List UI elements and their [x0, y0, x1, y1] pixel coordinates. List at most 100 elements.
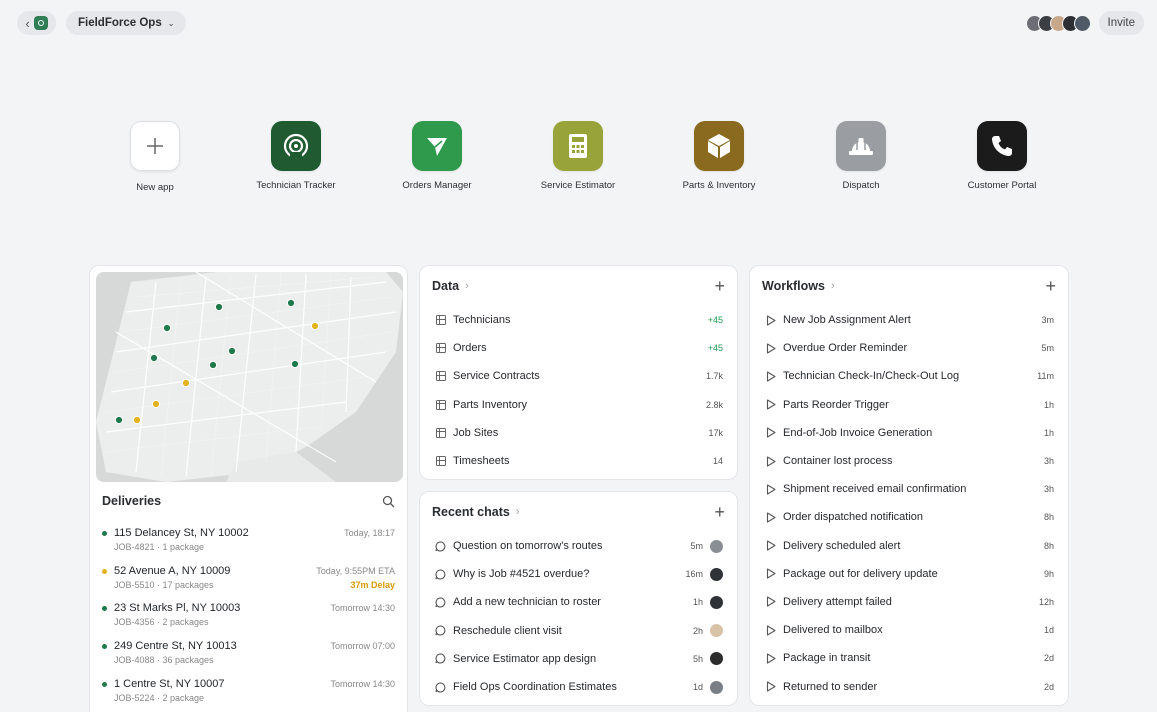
- delivery-item[interactable]: 23 St Marks Pl, NY 10003 Tomorrow 14:30 J…: [102, 602, 395, 636]
- search-icon[interactable]: [382, 495, 395, 508]
- app-technician-tracker[interactable]: Technician Tracker: [226, 121, 366, 191]
- app-label: Orders Manager: [402, 180, 472, 191]
- app-customer-portal[interactable]: Customer Portal: [932, 121, 1072, 191]
- table-icon: [435, 427, 446, 438]
- delivery-item[interactable]: 115 Delancey St, NY 10002 Today, 18:17 JO…: [102, 527, 395, 561]
- deliveries-map[interactable]: [96, 272, 403, 482]
- delivery-address: 1 Centre St, NY 10007: [114, 678, 225, 690]
- status-dot: [102, 643, 107, 649]
- data-table-item[interactable]: Technicians +45: [420, 306, 737, 334]
- workflows-card-header: Workflows › +: [750, 266, 1068, 306]
- delivery-time: Tomorrow 14:30: [330, 603, 395, 613]
- workflow-item[interactable]: Technician Check-In/Check-Out Log 11m: [750, 362, 1068, 390]
- chat-title: Why is Job #4521 overdue?: [453, 568, 590, 581]
- data-table-item[interactable]: Orders +45: [420, 334, 737, 362]
- map-marker-on-time[interactable]: [214, 302, 224, 312]
- map-marker-on-time[interactable]: [149, 353, 159, 363]
- play-icon: [765, 653, 776, 664]
- workflow-time: 12h: [1038, 596, 1054, 607]
- chevron-right-icon: ›: [515, 506, 520, 518]
- workflow-item[interactable]: Package in transit 2d: [750, 644, 1068, 672]
- map-marker-delayed[interactable]: [310, 321, 320, 331]
- chat-item[interactable]: Service Estimator app design 5h: [420, 645, 737, 673]
- invite-button[interactable]: Invite: [1098, 11, 1144, 35]
- workflow-name: Package in transit: [783, 652, 871, 665]
- workflow-item[interactable]: Delivery scheduled alert 8h: [750, 532, 1068, 560]
- app-dispatch[interactable]: Dispatch: [791, 121, 931, 191]
- data-table-item[interactable]: Service Contracts 1.7k: [420, 362, 737, 390]
- add-chat-icon[interactable]: +: [714, 503, 725, 521]
- workflow-item[interactable]: Delivered to mailbox 1d: [750, 616, 1068, 644]
- delivery-time: Tomorrow 14:30: [330, 679, 395, 689]
- play-icon: [765, 681, 776, 692]
- avatar: [710, 624, 723, 638]
- delivery-item[interactable]: 52 Avenue A, NY 10009 Today, 9:55PM ETA J…: [102, 565, 395, 599]
- collaborator-avatars[interactable]: [1025, 14, 1091, 32]
- app-label: Dispatch: [842, 180, 880, 191]
- chats-card-title-link[interactable]: Recent chats ›: [432, 505, 519, 519]
- data-table-label: Parts Inventory: [453, 398, 527, 411]
- play-icon: [765, 596, 776, 608]
- workflow-item[interactable]: Order dispatched notification 8h: [750, 503, 1068, 531]
- workflow-name: Package out for delivery update: [783, 567, 938, 580]
- delivery-time: Tomorrow 07:00: [330, 641, 395, 651]
- workflow-name: Container lost process: [783, 455, 893, 468]
- app-orders-manager[interactable]: Orders Manager: [367, 121, 507, 191]
- play-icon: [765, 399, 776, 410]
- map-marker-on-time[interactable]: [208, 360, 218, 370]
- workflow-item[interactable]: Returned to sender 2d: [750, 672, 1068, 700]
- app-parts-inventory[interactable]: Parts & Inventory: [649, 121, 789, 191]
- add-workflow-icon[interactable]: +: [1045, 277, 1056, 295]
- map-marker-on-time[interactable]: [290, 359, 300, 369]
- add-data-icon[interactable]: +: [714, 277, 725, 295]
- workflow-item[interactable]: End-of-Job Invoice Generation 1h: [750, 419, 1068, 447]
- avatar: [1073, 14, 1091, 32]
- app-new[interactable]: New app: [85, 121, 225, 193]
- table-grid-icon: [435, 456, 446, 467]
- chat-bubble-icon: [435, 653, 446, 664]
- chat-item[interactable]: Question on tomorrow's routes 5m: [420, 532, 737, 560]
- workflow-item[interactable]: Overdue Order Reminder 5m: [750, 334, 1068, 362]
- data-table-item[interactable]: Timesheets 14: [420, 447, 737, 475]
- workspace-switcher[interactable]: FieldForce Ops ⌄: [66, 11, 187, 35]
- workflows-card-title-link[interactable]: Workflows ›: [762, 279, 835, 293]
- workflow-item[interactable]: Delivery attempt failed 12h: [750, 588, 1068, 616]
- workflow-item[interactable]: New Job Assignment Alert 3m: [750, 306, 1068, 334]
- chat-list: Question on tomorrow's routes 5m Why is Jo…: [420, 532, 737, 701]
- map-marker-on-time[interactable]: [286, 298, 296, 308]
- chat-item[interactable]: Add a new technician to roster 1h: [420, 588, 737, 616]
- workflow-item[interactable]: Container lost process 3h: [750, 447, 1068, 475]
- data-table-count: 1.7k: [705, 371, 723, 382]
- workflow-name: Technician Check-In/Check-Out Log: [783, 370, 960, 383]
- delivery-meta: JOB-4088 · 36 packages: [114, 655, 214, 665]
- workflow-item[interactable]: Shipment received email confirmation 3h: [750, 475, 1068, 503]
- data-table-item[interactable]: Parts Inventory 2.8k: [420, 391, 737, 419]
- delivery-item[interactable]: 249 Centre St, NY 10013 Tomorrow 07:00 JO…: [102, 640, 395, 674]
- map-marker-delayed[interactable]: [151, 399, 161, 409]
- data-table-item[interactable]: Job Sites 17k: [420, 419, 737, 447]
- chat-title: Add a new technician to roster: [453, 596, 601, 609]
- app-label: Customer Portal: [967, 180, 1037, 191]
- table-grid-icon: [435, 371, 446, 382]
- map-marker-on-time[interactable]: [227, 346, 237, 356]
- map-marker-delayed[interactable]: [181, 378, 191, 388]
- map-marker-on-time[interactable]: [162, 323, 172, 333]
- chat-item[interactable]: Why is Job #4521 overdue? 16m: [420, 560, 737, 588]
- app-service-estimator[interactable]: Service Estimator: [508, 121, 648, 191]
- map-marker-on-time[interactable]: [114, 415, 124, 425]
- table-icon: [435, 456, 446, 467]
- workflow-item[interactable]: Package out for delivery update 9h: [750, 560, 1068, 588]
- deliveries-header: Deliveries: [102, 494, 395, 508]
- delivery-item[interactable]: 1 Centre St, NY 10007 Tomorrow 14:30 JOB-…: [102, 678, 395, 712]
- data-card-title-link[interactable]: Data ›: [432, 279, 469, 293]
- map-marker-delayed[interactable]: [132, 415, 142, 425]
- card-title: Workflows: [762, 279, 825, 293]
- table-icon: [435, 371, 446, 382]
- back-button[interactable]: ‹: [17, 11, 56, 35]
- chat-item[interactable]: Reschedule client visit 2h: [420, 617, 737, 645]
- app-label: Parts & Inventory: [682, 180, 756, 191]
- chat-item[interactable]: Field Ops Coordination Estimates 1d: [420, 673, 737, 701]
- workflow-item[interactable]: Parts Reorder Trigger 1h: [750, 391, 1068, 419]
- phone-icon: [977, 121, 1027, 171]
- workflow-time: 1d: [1043, 625, 1054, 636]
